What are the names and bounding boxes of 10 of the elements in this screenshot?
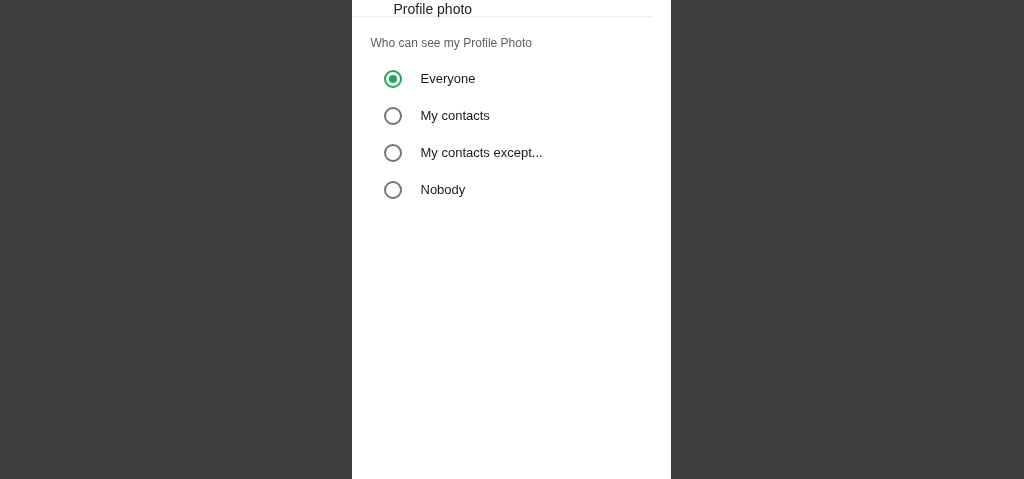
radio-button[interactable] xyxy=(383,69,402,88)
section-label: Who can see my Profile Photo xyxy=(370,36,533,50)
radio-option[interactable]: My contacts except... xyxy=(351,134,671,171)
radio-option[interactable]: Nobody xyxy=(351,171,671,208)
radio-option[interactable]: My contacts xyxy=(351,97,671,134)
radio-button[interactable] xyxy=(383,106,402,125)
radio-button[interactable] xyxy=(383,180,402,199)
radio-button[interactable] xyxy=(383,143,402,162)
radio-option[interactable]: Everyone xyxy=(351,60,671,97)
screen-title: Profile photo xyxy=(393,2,473,16)
